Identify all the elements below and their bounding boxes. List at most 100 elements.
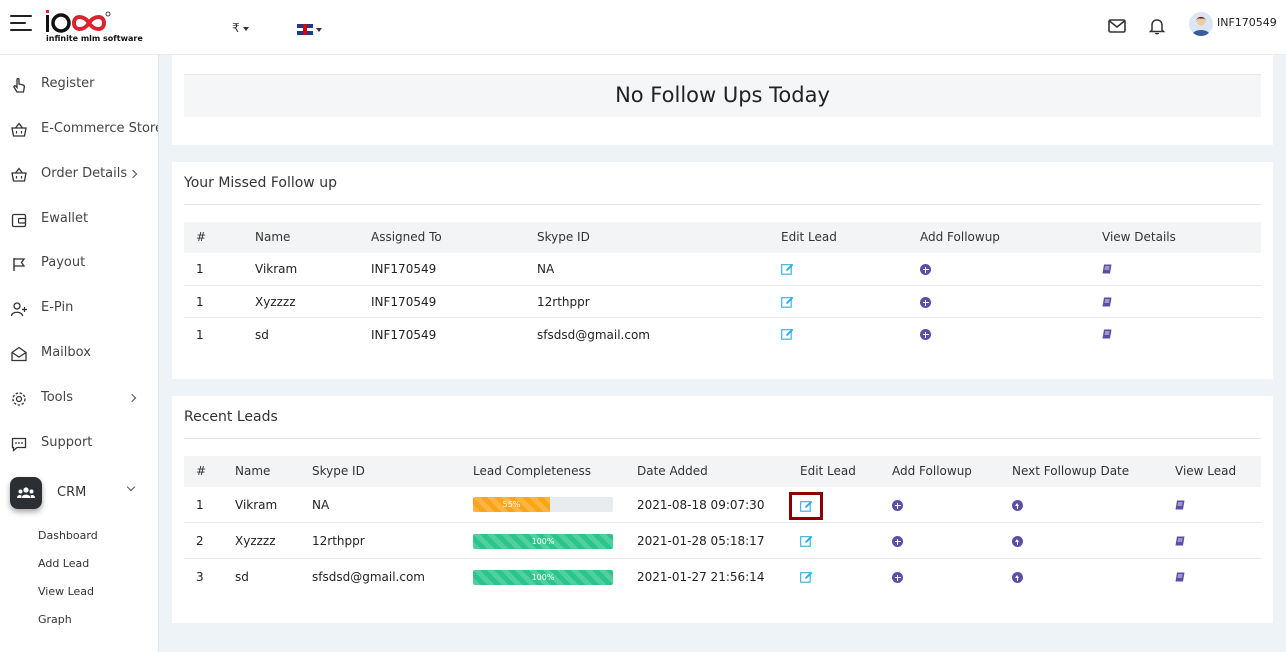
edit-icon[interactable] (781, 328, 794, 340)
book-icon[interactable] (1102, 329, 1112, 339)
crm-menu-button[interactable] (10, 477, 42, 509)
column-header: View Details (1102, 230, 1176, 244)
skype-id: sfsdsd@gmail.com (537, 328, 650, 342)
book-icon[interactable] (1175, 572, 1185, 582)
wallet-icon (11, 213, 27, 228)
crm-menu-label[interactable]: CRM (57, 485, 86, 500)
sidebar-item-order-details[interactable]: Order Details (0, 158, 158, 192)
crm-sub-item-graph[interactable]: Graph (38, 613, 72, 626)
row-number: 1 (196, 498, 204, 512)
language-dropdown[interactable] (297, 22, 322, 37)
crm-sub-item-dashboard[interactable]: Dashboard (38, 529, 98, 542)
edit-lead-highlight[interactable] (789, 492, 823, 520)
add-followup-icon[interactable] (920, 264, 931, 275)
progress-fill: 100% (473, 534, 613, 549)
lead-name: Xyzzzz (235, 534, 276, 548)
flag-icon (13, 258, 26, 271)
username-label: INF170549 (1217, 16, 1277, 29)
skype-id: NA (537, 262, 555, 276)
row-number: 3 (196, 570, 204, 584)
edit-icon[interactable] (800, 571, 813, 583)
column-header: Name (235, 464, 271, 478)
lead-name: Vikram (255, 262, 298, 276)
currency-dropdown[interactable]: ₹ (232, 21, 249, 35)
sidebar-item-epin[interactable]: E-Pin (0, 292, 158, 326)
chevron-down-icon (242, 26, 249, 31)
column-header: Skype ID (312, 464, 365, 478)
next-followup-icon[interactable] (1012, 536, 1023, 547)
crm-sub-item-view-lead[interactable]: View Lead (38, 585, 94, 598)
add-followup-icon[interactable] (920, 297, 931, 308)
table-row: 2 Xyzzzz 12rthppr 100% 2021-01-28 05:18:… (184, 523, 1261, 559)
next-followup-icon[interactable] (1012, 500, 1023, 511)
sidebar-item-mailbox[interactable]: Mailbox (0, 337, 158, 371)
sidebar-item-label: Order Details (41, 166, 128, 181)
skype-id: 12rthppr (537, 295, 590, 309)
lead-completeness-bar: 100% (473, 570, 613, 585)
hamburger-menu-icon[interactable] (10, 14, 32, 32)
table-header: # Name Assigned To Skype ID Edit Lead Ad… (184, 222, 1261, 253)
edit-icon[interactable] (800, 500, 813, 512)
book-icon[interactable] (1102, 264, 1112, 274)
lead-completeness-bar: 100% (473, 534, 613, 549)
column-header: Add Followup (892, 464, 972, 478)
next-followup-icon[interactable] (1012, 572, 1023, 583)
divider (184, 438, 1261, 439)
book-icon[interactable] (1175, 500, 1185, 510)
sidebar-item-ewallet[interactable]: Ewallet (0, 203, 158, 237)
skype-id: NA (312, 498, 330, 512)
table-row: 1 Vikram NA 55% 2021-08-18 09:07:30 (184, 487, 1261, 523)
column-header: Assigned To (371, 230, 442, 244)
chevron-down-icon[interactable] (126, 482, 136, 492)
edit-icon[interactable] (781, 263, 794, 275)
assigned-to: INF170549 (371, 328, 437, 342)
add-followup-icon[interactable] (892, 572, 903, 583)
row-number: 1 (196, 328, 204, 342)
column-header: Edit Lead (800, 464, 856, 478)
crm-sub-item-add-lead[interactable]: Add Lead (38, 557, 89, 570)
date-added: 2021-01-27 21:56:14 (637, 570, 765, 584)
users-group-icon (17, 487, 35, 498)
add-followup-icon[interactable] (920, 329, 931, 340)
chat-icon (11, 437, 27, 452)
date-added: 2021-01-28 05:18:17 (637, 534, 765, 548)
column-header: Next Followup Date (1012, 464, 1130, 478)
add-followup-icon[interactable] (892, 536, 903, 547)
sidebar-item-register[interactable]: Register (0, 68, 158, 102)
sidebar-item-tools[interactable]: Tools (0, 382, 158, 416)
sidebar-item-payout[interactable]: Payout (0, 247, 158, 281)
table-header: # Name Skype ID Lead Completeness Date A… (184, 456, 1261, 487)
edit-icon[interactable] (800, 535, 813, 547)
sidebar-item-label: Mailbox (41, 345, 91, 360)
add-followup-icon[interactable] (892, 500, 903, 511)
book-icon[interactable] (1102, 297, 1112, 307)
book-icon[interactable] (1175, 536, 1185, 546)
empty-state-box: No Follow Ups Today (184, 74, 1261, 117)
sidebar: Register E-Commerce Store Order Details … (0, 55, 159, 652)
bell-icon[interactable] (1147, 16, 1167, 36)
column-header: # (196, 230, 207, 244)
recent-leads-panel: Recent Leads # Name Skype ID Lead Comple… (172, 396, 1273, 623)
envelope-open-icon (11, 346, 27, 362)
panel-title: Your Missed Follow up (184, 175, 337, 191)
table-row: 3 sd sfsdsd@gmail.com 100% 2021-01-27 21… (184, 559, 1261, 595)
uk-flag-icon (297, 24, 313, 35)
chevron-right-icon (127, 393, 137, 403)
table-row: 1 Xyzzzz INF170549 12rthppr (184, 286, 1261, 318)
skype-id: sfsdsd@gmail.com (312, 570, 425, 584)
row-number: 2 (196, 534, 204, 548)
sidebar-item-ecommerce-store[interactable]: E-Commerce Store (0, 113, 158, 147)
hand-pointer-icon (13, 77, 25, 93)
mail-icon[interactable] (1107, 16, 1127, 36)
skype-id: 12rthppr (312, 534, 365, 548)
avatar (1189, 12, 1213, 36)
table-row: 1 sd INF170549 sfsdsd@gmail.com (184, 318, 1261, 351)
sidebar-item-label: Payout (41, 255, 86, 270)
table-row: 1 Vikram INF170549 NA (184, 253, 1261, 286)
edit-icon[interactable] (781, 296, 794, 308)
column-header: Date Added (637, 464, 708, 478)
column-header: Skype ID (537, 230, 590, 244)
sidebar-item-label: E-Pin (41, 300, 74, 315)
sidebar-item-support[interactable]: Support (0, 427, 158, 461)
basket-icon (11, 167, 27, 182)
